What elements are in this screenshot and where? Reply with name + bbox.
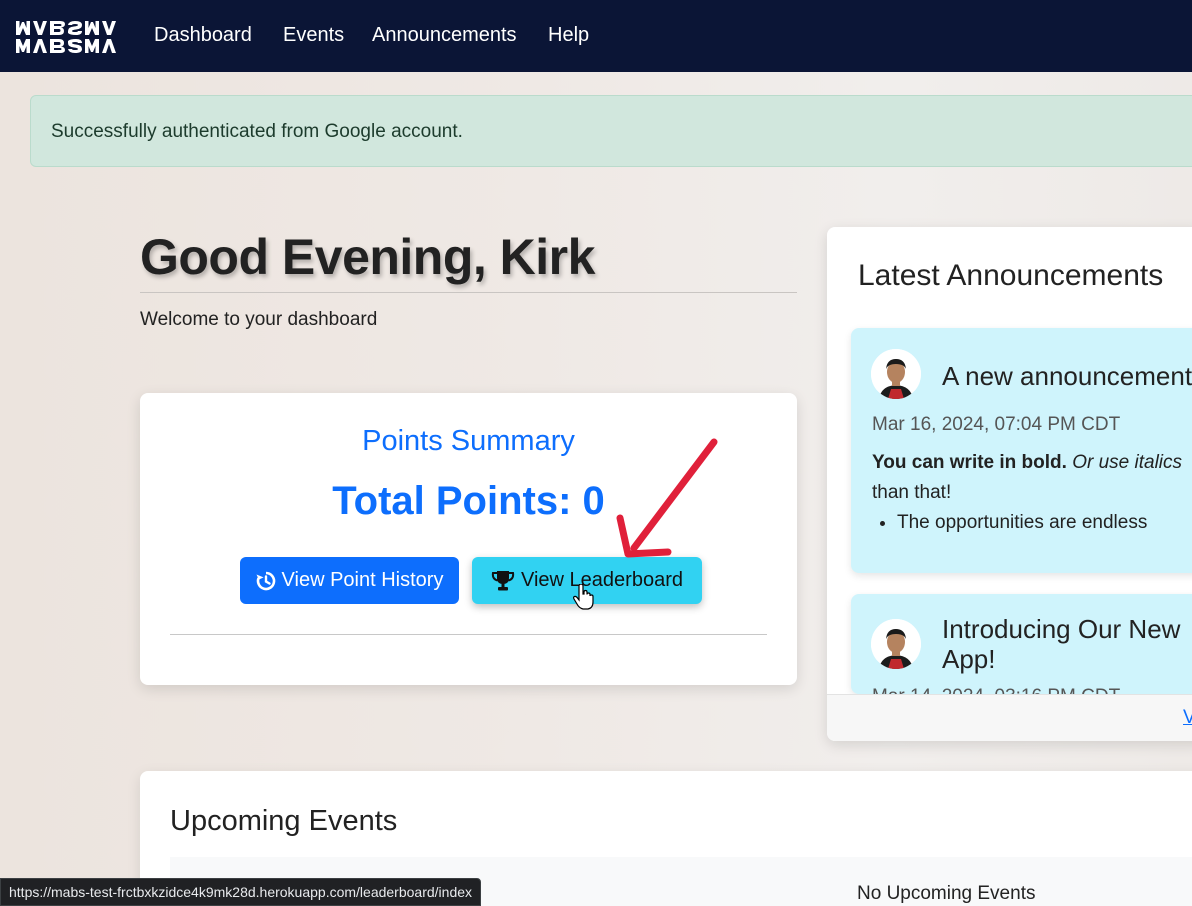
- announcement-body-rest: than that!: [872, 482, 952, 503]
- trophy-icon: [491, 570, 515, 590]
- avatar: [871, 619, 921, 669]
- mabs-logo[interactable]: [14, 19, 126, 55]
- view-all-announcements-link[interactable]: V: [1183, 707, 1192, 729]
- announcement-italic-text: Or use italics: [1072, 452, 1183, 473]
- points-summary-title: Points Summary: [362, 425, 575, 457]
- announcement-title: Introducing Our New App!: [942, 614, 1180, 674]
- announcements-footer: V: [827, 694, 1192, 741]
- view-point-history-label: View Point History: [281, 569, 444, 591]
- announcement-card[interactable]: Introducing Our New App! Mar 14, 2024, 0…: [851, 594, 1192, 694]
- nav-announcements[interactable]: Announcements: [372, 23, 517, 47]
- title-divider: [140, 292, 797, 293]
- announcement-bold-text: You can write in bold.: [872, 452, 1067, 473]
- status-bar-url: https://mabs-test-frctbxkzidce4k9mk28d.h…: [0, 878, 482, 906]
- announcement-bullet: The opportunities are endless: [897, 508, 1192, 538]
- announcement-title-line1: Introducing Our New: [942, 614, 1181, 644]
- welcome-text: Welcome to your dashboard: [140, 309, 378, 330]
- announcement-list: The opportunities are endless: [897, 508, 1192, 538]
- announcement-date: Mar 14, 2024, 03:16 PM CDT: [872, 686, 1120, 694]
- announcement-card[interactable]: A new announcement Mar 16, 2024, 07:04 P…: [851, 328, 1192, 573]
- points-summary-card: Points Summary Total Points: 0 View Poin…: [140, 393, 797, 685]
- view-leaderboard-label: View Leaderboard: [521, 569, 683, 591]
- avatar: [871, 349, 921, 399]
- announcement-title-line2: App!: [942, 644, 996, 674]
- points-divider: [170, 634, 767, 635]
- history-icon: [256, 571, 275, 590]
- announcement-title: A new announcement: [942, 361, 1192, 391]
- announcement-body: You can write in bold. Or use italics th…: [872, 448, 1192, 538]
- navbar: Dashboard Events Announcements Help: [0, 0, 1192, 72]
- view-point-history-button[interactable]: View Point History: [240, 557, 459, 604]
- announcements-title: Latest Announcements: [858, 259, 1164, 292]
- announcement-date: Mar 16, 2024, 07:04 PM CDT: [872, 414, 1121, 435]
- hand-cursor-icon: [573, 584, 594, 610]
- alert-message: Successfully authenticated from Google a…: [51, 121, 463, 142]
- total-points: Total Points: 0: [332, 479, 605, 523]
- no-events-message: No Upcoming Events: [857, 883, 1036, 904]
- success-alert: Successfully authenticated from Google a…: [30, 95, 1192, 167]
- nav-help[interactable]: Help: [548, 23, 589, 47]
- user-avatar-icon: [871, 619, 921, 669]
- user-avatar-icon: [871, 349, 921, 399]
- announcements-panel: Latest Announcements A new announcement …: [827, 227, 1192, 741]
- nav-dashboard[interactable]: Dashboard: [154, 23, 252, 47]
- nav-events[interactable]: Events: [283, 23, 344, 47]
- upcoming-events-title: Upcoming Events: [170, 805, 398, 837]
- page-title: Good Evening, Kirk: [140, 229, 595, 285]
